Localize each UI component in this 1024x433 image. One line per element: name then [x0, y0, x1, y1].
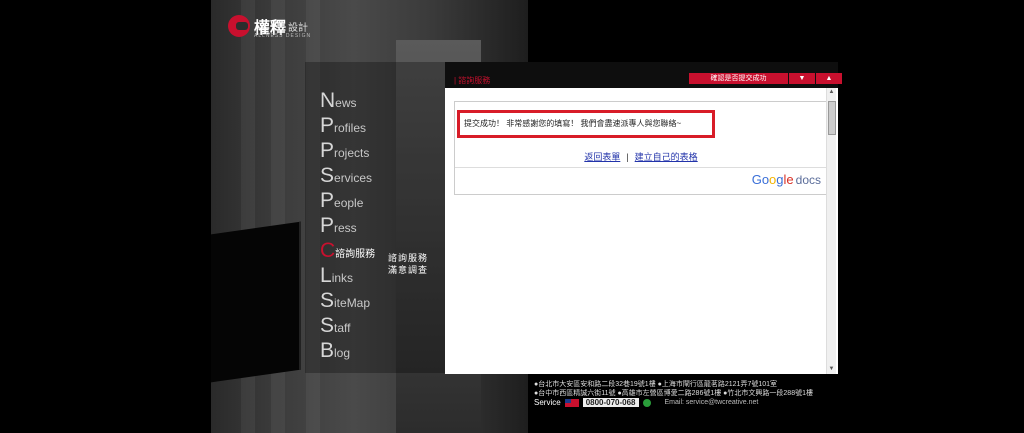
- nav-initial: S: [320, 164, 335, 187]
- nav-label: ews: [335, 96, 357, 110]
- service-label: Service: [534, 398, 561, 407]
- create-form-link[interactable]: 建立自己的表格: [635, 152, 698, 162]
- nav-projects[interactable]: Projects: [320, 138, 375, 163]
- phone-number[interactable]: 0800-070-068: [582, 398, 639, 407]
- logo-part: le: [783, 172, 794, 187]
- google-docs-logo[interactable]: Google docs: [752, 172, 821, 187]
- subnav-consulting[interactable]: 諮詢服務: [388, 252, 428, 264]
- logo-part: Go: [751, 172, 770, 187]
- nav-initial: P: [320, 114, 335, 137]
- vertical-scrollbar[interactable]: ▲ ▼: [826, 88, 836, 374]
- address-line: ●台北市大安區安和路二段32巷19號1樓 ●上海市閘行區龍茗路2121弄7號10…: [534, 381, 778, 388]
- scroll-thumb[interactable]: [828, 101, 836, 135]
- nav-label: ervices: [334, 171, 373, 185]
- nav-news[interactable]: News: [320, 88, 375, 113]
- nav-consulting[interactable]: C 諮詢服務: [320, 238, 375, 263]
- logo-part: docs: [795, 173, 821, 187]
- link-separator: |: [626, 152, 629, 162]
- nav-label: rojects: [334, 146, 370, 160]
- nav-label: inks: [331, 271, 354, 285]
- brand-logo[interactable]: 權釋 設計 ALLNESS DESIGN: [228, 14, 312, 39]
- check-submission-button[interactable]: 確認是否提交成功: [689, 73, 788, 84]
- scroll-down-icon[interactable]: ▼: [827, 365, 836, 374]
- logo-part: g: [776, 172, 784, 187]
- nav-initial: N: [320, 89, 336, 112]
- nav-label: taff: [334, 321, 351, 335]
- flag-icon: [564, 398, 579, 407]
- contact-row: Service 0800-070-068 Email: service@twcr…: [534, 398, 813, 407]
- expand-button[interactable]: ▲: [816, 73, 842, 84]
- brand-sub: 設計: [288, 22, 309, 34]
- nav-initial: B: [320, 339, 335, 362]
- nav-initial: P: [320, 189, 335, 212]
- nav-label: iteMap: [334, 296, 371, 310]
- main-nav: News Profiles Projects Services People P…: [320, 88, 375, 363]
- collapse-button[interactable]: ▼: [789, 73, 815, 84]
- nav-sitemap[interactable]: SiteMap: [320, 288, 375, 313]
- nav-staff[interactable]: Staff: [320, 313, 375, 338]
- subnav-satisfaction[interactable]: 滿意調查: [388, 264, 428, 276]
- panel-title: | 諮詢服務: [454, 76, 491, 85]
- nav-press[interactable]: Press: [320, 213, 375, 238]
- nav-initial: P: [320, 214, 335, 237]
- confirmation-card: 提交成功！ 非常感謝您的填寫！ 我們會盡速派專人與您聯絡~ 返回表單 | 建立自己的…: [454, 101, 828, 195]
- brand-tagline: ALLNESS DESIGN: [254, 33, 312, 39]
- logo-icon: [228, 15, 250, 37]
- nav-label: rofiles: [334, 121, 367, 135]
- nav-blog[interactable]: Blog: [320, 338, 375, 363]
- nav-initial: S: [320, 289, 335, 312]
- nav-label: eople: [334, 196, 364, 210]
- nav-services[interactable]: Services: [320, 163, 375, 188]
- nav-profiles[interactable]: Profiles: [320, 113, 375, 138]
- nav-label: log: [334, 346, 351, 360]
- nav-initial: S: [320, 314, 335, 337]
- nav-label: ress: [334, 221, 357, 235]
- nav-people[interactable]: People: [320, 188, 375, 213]
- form-panel: 提交成功！ 非常感謝您的填寫！ 我們會盡速派專人與您聯絡~ 返回表單 | 建立自己的…: [445, 88, 838, 374]
- address-line: ●台中市西區精誠六街11號 ●高雄市左營區博愛二路286號1樓 ●竹北市文興路一…: [534, 390, 813, 397]
- email-address[interactable]: Email: service@twcreative.net: [665, 398, 759, 407]
- confirmation-message: 提交成功！ 非常感謝您的填寫！ 我們會盡速派專人與您聯絡~: [464, 119, 682, 128]
- chat-icon[interactable]: [642, 398, 651, 407]
- nav-links[interactable]: Links: [320, 263, 375, 288]
- sub-nav: 諮詢服務 滿意調查: [388, 252, 428, 276]
- form-links: 返回表單 | 建立自己的表格: [455, 150, 827, 163]
- nav-initial: P: [320, 139, 335, 162]
- nav-initial: L: [320, 264, 332, 287]
- tv-screen: [211, 221, 301, 383]
- nav-label: 諮詢服務: [335, 249, 376, 260]
- back-to-form-link[interactable]: 返回表單: [584, 152, 620, 162]
- divider: [455, 167, 827, 168]
- scroll-up-icon[interactable]: ▲: [827, 88, 836, 97]
- panel-header: | 諮詢服務 確認是否提交成功 ▼ ▲: [445, 62, 842, 88]
- nav-initial: C: [320, 239, 336, 262]
- footer: ●台北市大安區安和路二段32巷19號1樓 ●上海市閘行區龍茗路2121弄7號10…: [534, 380, 813, 407]
